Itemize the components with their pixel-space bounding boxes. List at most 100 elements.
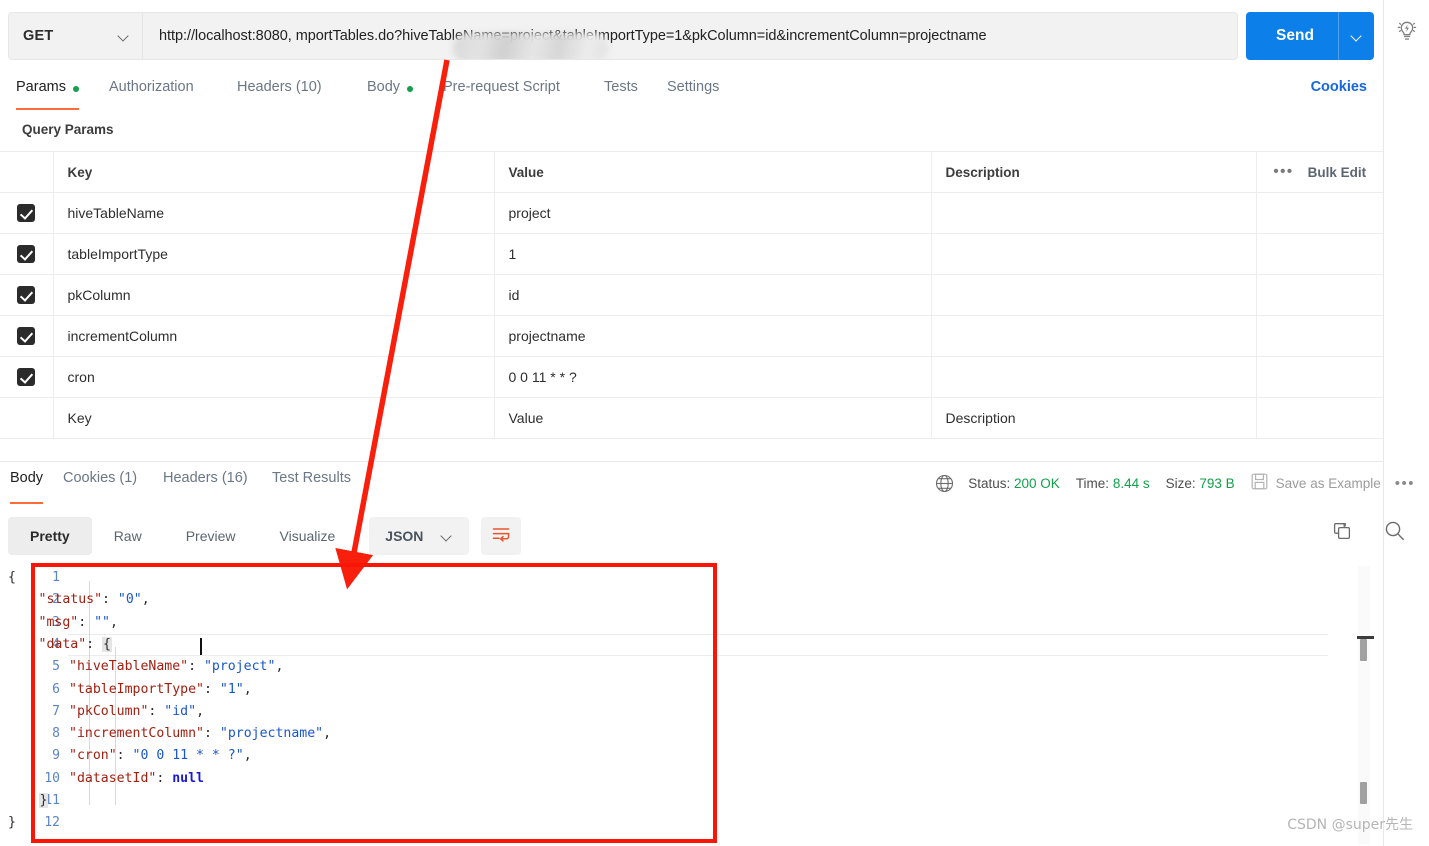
json-token-k: "pkColumn" [69,703,149,719]
view-mode-pretty[interactable]: Pretty [8,517,92,555]
column-header-value: Value [493,151,932,193]
view-mode-raw[interactable]: Raw [92,517,164,555]
json-token-k: "status" [38,592,103,608]
tab-pre-request-script-label: Pre-request Script [443,79,560,95]
size-value: 793 B [1199,475,1235,491]
search-icon[interactable] [1384,520,1405,541]
json-token-p: , [141,592,150,608]
view-mode-preview[interactable]: Preview [164,517,258,555]
send-options-dropdown[interactable] [1338,12,1374,60]
new-row-value-input[interactable]: Value [493,397,932,439]
select-all-cell [0,151,54,193]
tab-settings[interactable]: Settings [667,70,719,112]
save-as-example-label: Save as Example [1275,475,1381,491]
row-checkbox-cell[interactable] [0,192,54,234]
response-tab-body[interactable]: Body [10,470,44,504]
row-key-cell[interactable]: incrementColumn [52,315,495,357]
json-token-s: "id" [164,703,197,719]
body-modified-dot-icon [407,86,414,92]
table-options-dots-icon[interactable]: ••• [1273,164,1293,179]
table-actions-cell: ••• Bulk Edit [1255,151,1383,193]
cookies-link[interactable]: Cookies [1311,79,1367,95]
response-tab-body-label: Body [10,470,44,486]
tab-authorization[interactable]: Authorization [109,70,194,112]
row-key-cell[interactable]: pkColumn [52,274,495,316]
query-params-title: Query Params [22,122,114,137]
json-line: } [8,812,16,834]
time-badge: Time: 8.44 s [1076,476,1150,491]
lightbulb-bolt-icon[interactable] [1396,18,1418,44]
row-value-cell[interactable]: project [493,192,932,234]
new-row-actions-cell [1255,397,1383,439]
json-token-nul: null [172,770,204,786]
response-tab-cookies[interactable]: Cookies (1) [63,470,137,500]
row-value-cell[interactable]: 1 [493,233,932,275]
row-checkbox[interactable] [17,368,36,387]
row-description-cell[interactable] [930,274,1257,316]
response-options-dots-icon[interactable]: ••• [1395,475,1415,492]
response-scrollbar-thumb-secondary[interactable] [1360,782,1367,804]
right-panel-divider [1383,0,1384,846]
row-value-cell[interactable]: id [493,274,932,316]
row-key-cell[interactable]: tableImportType [52,233,495,275]
table-row: hiveTableName project [0,192,1383,234]
view-mode-visualize[interactable]: Visualize [258,517,358,555]
row-key-cell[interactable]: cron [52,356,495,398]
save-as-example-button[interactable]: Save as Example [1251,473,1381,493]
row-description-cell[interactable] [930,192,1257,234]
tab-body[interactable]: Body [367,70,414,112]
globe-icon [935,474,954,493]
bulk-edit-button[interactable]: Bulk Edit [1308,165,1367,180]
tab-tests[interactable]: Tests [604,70,638,112]
row-checkbox[interactable] [17,204,36,223]
table-row-empty: Key Value Description [0,397,1383,439]
word-wrap-toggle[interactable] [481,517,522,555]
tab-headers-label: Headers (10) [237,79,322,95]
response-format-select[interactable]: JSON [369,517,470,555]
json-token-brace: { [8,570,16,585]
column-header-key: Key [52,151,495,193]
row-checkbox[interactable] [17,286,36,305]
row-checkbox-cell[interactable] [0,274,54,316]
tab-headers[interactable]: Headers (10) [237,70,322,112]
row-checkbox-cell[interactable] [0,356,54,398]
json-token-brace: } [8,815,16,831]
json-token-p: , [196,703,205,719]
new-row-key-input[interactable]: Key [52,397,495,439]
tab-params[interactable]: Params [16,70,79,112]
active-line-highlight [68,634,1328,656]
json-token-s: "project" [203,659,276,675]
table-header-row: Key Value Description ••• Bulk Edit [0,151,1383,193]
column-header-description: Description [930,151,1257,193]
json-token-p: : [116,748,133,764]
active-tab-underline [16,107,79,110]
url-input[interactable]: http://localhost:8080, mportTables.do?hi… [142,12,1238,60]
row-description-cell[interactable] [930,315,1257,357]
row-value-cell[interactable]: 0 0 11 * * ? [493,356,932,398]
row-value-cell[interactable]: projectname [493,315,932,357]
row-actions-cell [1255,192,1383,234]
tab-pre-request-script[interactable]: Pre-request Script [443,70,560,112]
response-scrollbar-thumb[interactable] [1360,639,1367,661]
row-checkbox-cell[interactable] [0,315,54,357]
json-line: "incrementColumn": "projectname", [69,723,331,745]
new-row-description-input[interactable]: Description [930,397,1257,439]
line-number: 6 [52,681,60,697]
json-token-k: "data" [38,636,87,652]
row-checkbox-cell[interactable] [0,233,54,275]
table-row: cron 0 0 11 * * ? [0,356,1383,398]
response-tab-headers[interactable]: Headers (16) [163,470,248,500]
row-checkbox[interactable] [17,245,36,264]
response-tab-test-results[interactable]: Test Results [272,470,351,500]
row-description-cell[interactable] [930,233,1257,275]
row-checkbox[interactable] [17,327,36,346]
json-token-k: "datasetId" [69,770,157,786]
json-line: "datasetId": null [69,768,204,790]
response-body-json[interactable]: 1{2 "status": "0", 3 "msg": "", 4 "data": {5 "… [0,563,1383,846]
copy-icon[interactable] [1332,521,1352,541]
row-description-cell[interactable] [930,356,1257,398]
send-button[interactable]: Send [1246,12,1374,60]
http-method-select[interactable]: GET [8,12,142,60]
line-number: 1 [52,570,60,585]
row-key-cell[interactable]: hiveTableName [52,192,495,234]
